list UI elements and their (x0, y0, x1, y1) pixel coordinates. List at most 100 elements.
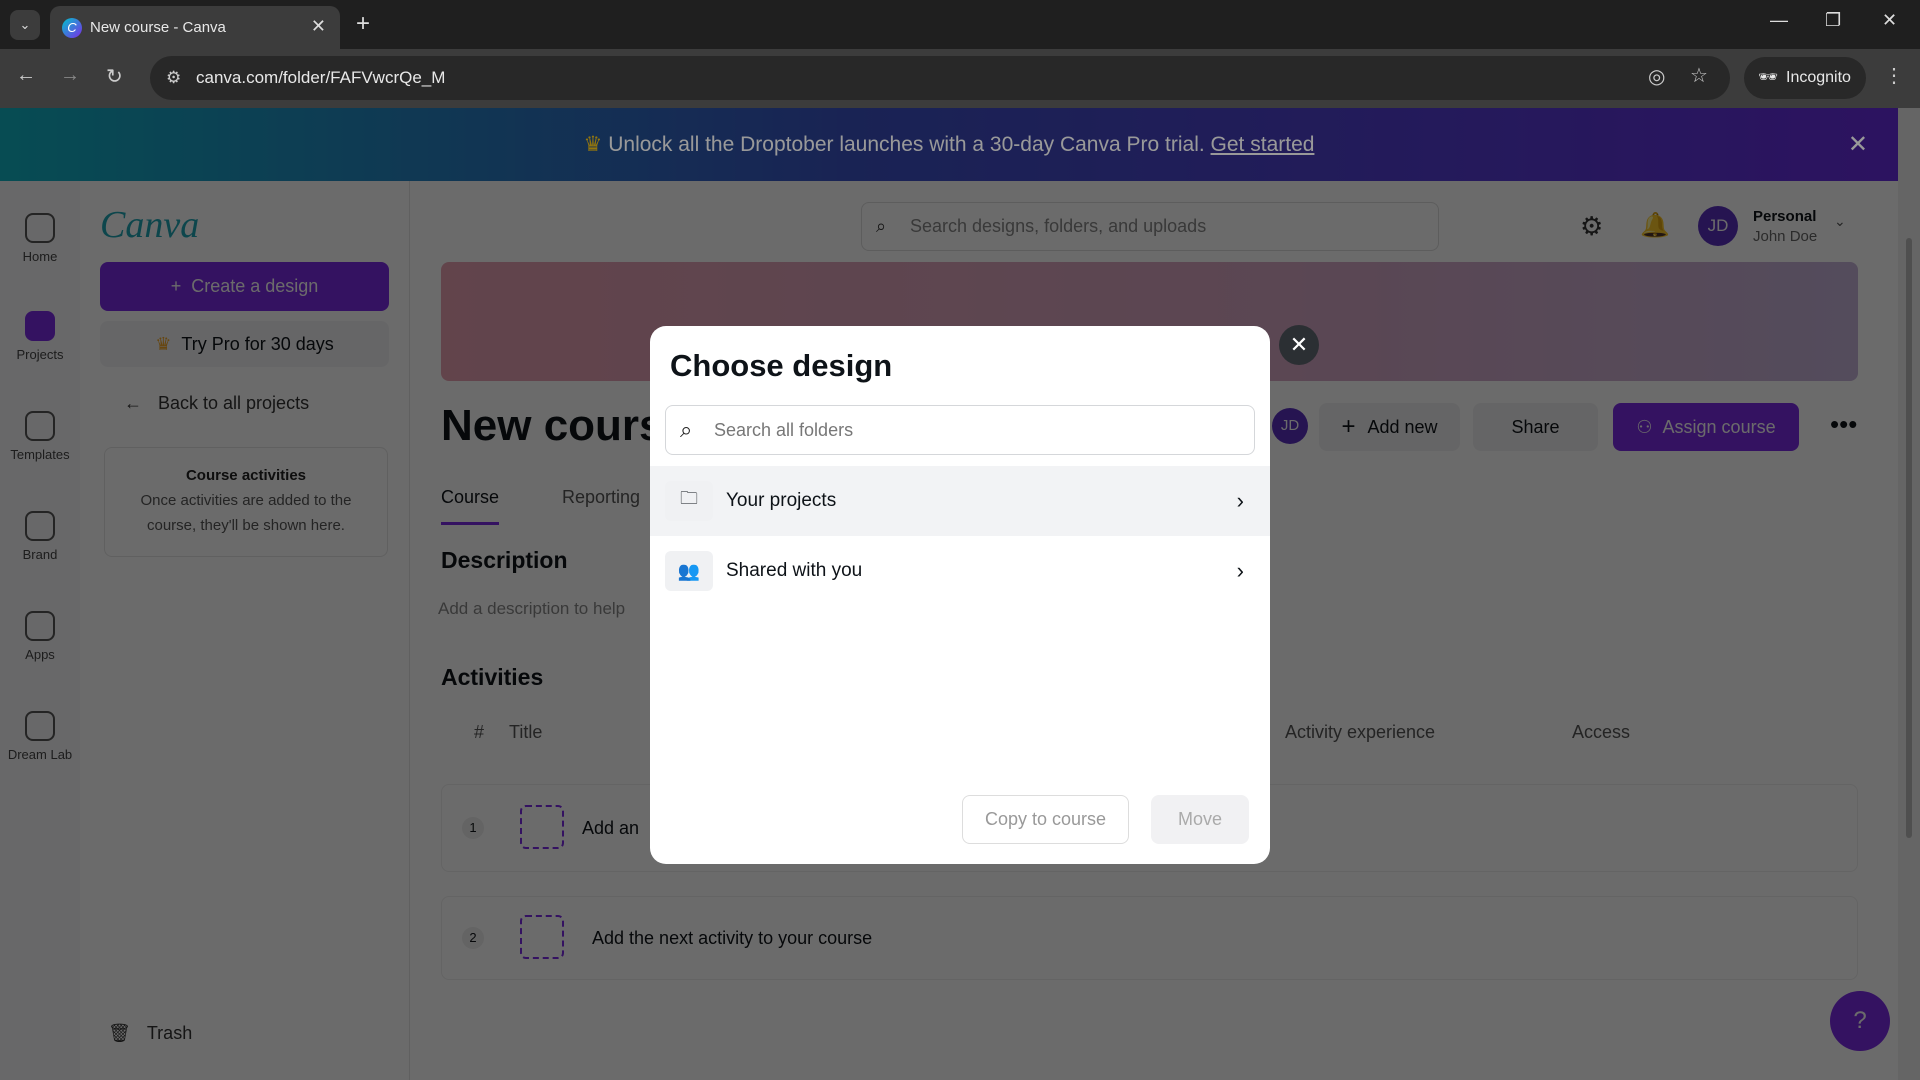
close-window-button[interactable]: ✕ (1882, 10, 1897, 31)
trash-label: Trash (146, 1023, 193, 1043)
canva-logo[interactable]: Canva (100, 203, 199, 247)
account-switcher[interactable]: Personal John Doe (1753, 207, 1817, 247)
back-icon[interactable]: ← (16, 64, 36, 87)
banner-text: Unlock all the Droptober launches with a… (608, 133, 1205, 156)
folder-search-input[interactable]: ⌕ Search all folders (665, 405, 1255, 455)
add-new-label: Add new (1367, 416, 1438, 437)
templates-icon (25, 411, 55, 441)
browser-tab[interactable]: C New course - Canva ✕ (50, 6, 340, 49)
reload-icon[interactable]: ↻ (106, 64, 123, 89)
share-label: Share (1511, 416, 1560, 437)
choose-design-dialog: Choose design ⌕ Search all folders 🗀 Your … (650, 326, 1270, 864)
incognito-icon: 🕶 (1758, 69, 1779, 86)
rail-label: Projects (16, 347, 64, 362)
rail-brand[interactable]: Brand (0, 511, 80, 562)
rail-label: Home (22, 249, 58, 264)
dream-lab-icon (25, 711, 55, 741)
search-icon: ⌕ (680, 417, 693, 442)
folder-label: Shared with you (726, 560, 863, 581)
scrollbar-thumb[interactable] (1906, 238, 1912, 838)
site-info-icon[interactable]: ⚙ (166, 56, 181, 100)
activities-heading: Activities (441, 664, 544, 690)
move-button[interactable]: Move (1151, 795, 1249, 844)
create-label: Create a design (191, 276, 319, 296)
folder-label: Your projects (726, 490, 837, 511)
bell-icon[interactable]: 🔔 (1640, 211, 1670, 240)
browser-tab-bar: ⌄ C New course - Canva ✕ + — ❐ ✕ (0, 0, 1920, 49)
page-title[interactable]: New course (441, 401, 681, 451)
add-new-button[interactable]: + Add new (1319, 403, 1460, 451)
trash-link[interactable]: 🗑 Trash (108, 1023, 192, 1044)
try-pro-label: Try Pro for 30 days (181, 333, 334, 354)
folder-your-projects[interactable]: 🗀 Your projects › (650, 466, 1270, 536)
tab-course[interactable]: Course (441, 487, 500, 525)
crown-icon: ♛ (155, 333, 172, 354)
add-activity-icon (520, 915, 564, 959)
rail-label: Templates (10, 447, 70, 462)
rail-projects[interactable]: Projects (0, 311, 80, 362)
gear-icon[interactable]: ⚙ (1580, 211, 1603, 242)
new-tab-button[interactable]: + (356, 10, 370, 38)
menu-icon[interactable]: ⋮ (1884, 63, 1904, 88)
assign-course-button[interactable]: ⚇ Assign course (1613, 403, 1799, 451)
row-title: Add an (582, 818, 640, 838)
header-search-input[interactable]: ⌕ Search designs, folders, and uploads (861, 202, 1439, 251)
trash-icon: 🗑 (108, 1023, 131, 1043)
table-row[interactable]: 2 Add the next activity to your course (441, 896, 1858, 980)
arrow-left-icon: ← (124, 393, 142, 413)
forward-icon[interactable]: → (60, 64, 80, 87)
sidebar: Canva + Create a design ♛ Try Pro for 30 d… (80, 181, 410, 1080)
promo-banner: ♛ Unlock all the Droptober launches with… (0, 108, 1898, 181)
rail-templates[interactable]: Templates (0, 411, 80, 462)
column-access: Access (1572, 722, 1631, 742)
star-icon[interactable]: ☆ (1690, 63, 1708, 88)
restore-button[interactable]: ❐ (1825, 10, 1841, 31)
rail-label: Brand (22, 547, 58, 562)
share-button[interactable]: Share (1473, 403, 1598, 451)
address-bar: ← → ↻ ⚙ canva.com/folder/FAFVwcrQe_M ◎ ☆ … (0, 49, 1920, 108)
avatar[interactable]: JD (1698, 206, 1738, 246)
get-started-link[interactable]: Get started (1211, 133, 1315, 156)
incognito-label: Incognito (1786, 69, 1851, 86)
close-banner-icon[interactable]: ✕ (1848, 108, 1868, 181)
back-to-projects-link[interactable]: ← Back to all projects (124, 393, 309, 414)
search-placeholder: Search designs, folders, and uploads (910, 216, 1207, 236)
description-heading: Description (441, 547, 568, 573)
brand-icon (25, 511, 55, 541)
assign-icon: ⚇ (1636, 416, 1653, 437)
chevron-down-icon[interactable]: ⌄ (1834, 213, 1846, 230)
page-scrollbar[interactable] (1898, 108, 1920, 1080)
copy-to-course-button[interactable]: Copy to course (962, 795, 1129, 844)
search-placeholder: Search all folders (714, 420, 854, 440)
rail-dream-lab[interactable]: Dream Lab (0, 711, 80, 762)
create-design-button[interactable]: + Create a design (100, 262, 389, 311)
help-button[interactable]: ? (1830, 991, 1890, 1051)
more-icon[interactable]: ••• (1830, 409, 1857, 440)
panel-text: Once activities are added to the course,… (140, 491, 352, 534)
column-activity-experience: Activity experience (1285, 722, 1436, 742)
description-input[interactable]: Add a description to help (438, 599, 625, 619)
user-name: John Doe (1753, 228, 1818, 245)
minimize-button[interactable]: — (1770, 10, 1788, 31)
eye-off-icon[interactable]: ◎ (1648, 64, 1665, 89)
move-label: Move (1177, 809, 1222, 829)
column-title: Title (509, 722, 543, 742)
chevron-right-icon: › (1236, 558, 1244, 583)
close-tab-icon[interactable]: ✕ (311, 16, 326, 37)
collaborator-avatar[interactable]: JD (1272, 408, 1308, 444)
course-activities-panel: Course activities Once activities are ad… (104, 447, 388, 557)
close-dialog-button[interactable]: ✕ (1279, 325, 1319, 365)
left-rail: Home Projects Templates Brand Apps Dream… (0, 181, 80, 1080)
folder-shared-with-you[interactable]: 👥 Shared with you › (650, 536, 1270, 606)
crown-icon: ♛ (583, 133, 603, 156)
tab-reporting[interactable]: Reporting (562, 487, 640, 508)
url-field[interactable]: ⚙ canva.com/folder/FAFVwcrQe_M (150, 56, 1730, 100)
tab-title: New course - Canva (90, 19, 226, 36)
dialog-title: Choose design (670, 348, 893, 383)
panel-title: Course activities (185, 467, 307, 484)
tab-list-button[interactable]: ⌄ (10, 10, 40, 40)
rail-home[interactable]: Home (0, 213, 80, 264)
try-pro-button[interactable]: ♛ Try Pro for 30 days (100, 321, 389, 367)
incognito-badge[interactable]: 🕶 Incognito (1744, 57, 1866, 99)
rail-apps[interactable]: Apps (0, 611, 80, 662)
